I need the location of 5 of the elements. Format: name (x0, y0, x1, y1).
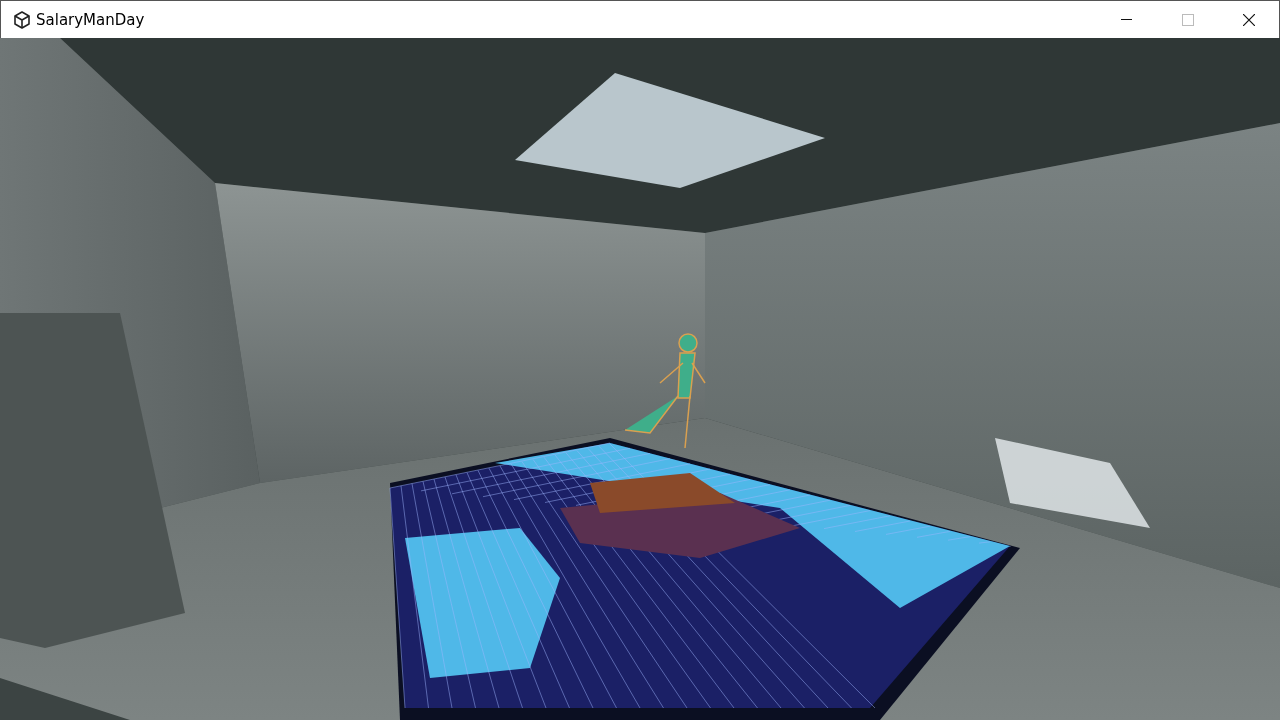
maximize-icon (1181, 13, 1194, 26)
cube-icon (12, 9, 32, 30)
close-icon (1242, 13, 1255, 26)
window-title: SalaryManDay (36, 10, 145, 29)
minimize-icon (1121, 19, 1132, 20)
